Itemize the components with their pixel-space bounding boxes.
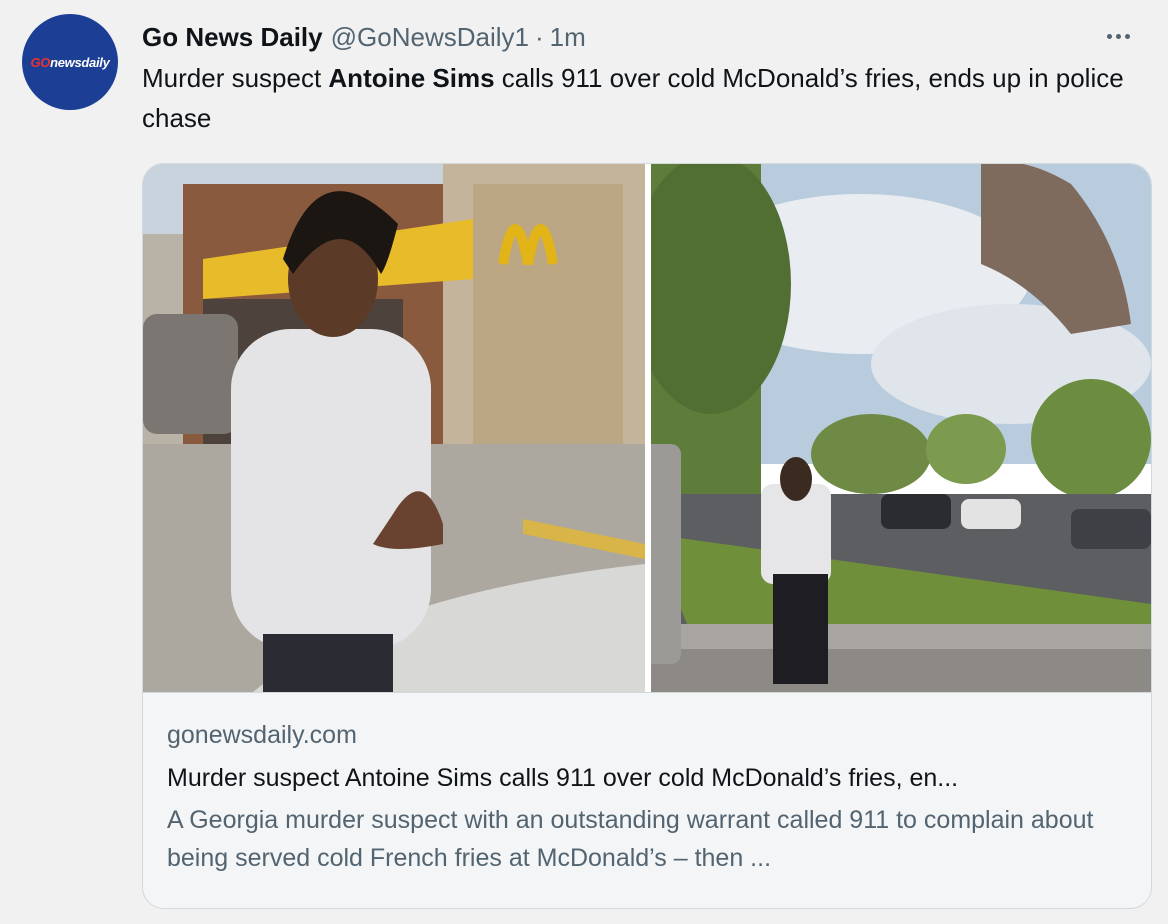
card-description: A Georgia murder suspect with an outstan… xyxy=(167,806,1094,872)
avatar[interactable]: GOnewsdaily xyxy=(22,14,118,110)
card-meta[interactable]: gonewsdaily.com Murder suspect Antoine S… xyxy=(143,692,1151,908)
separator-dot: · xyxy=(534,21,544,52)
card-media[interactable] xyxy=(143,164,1151,692)
author-name[interactable]: Go News Daily xyxy=(142,22,323,53)
gonewsdaily-logo: GOnewsdaily xyxy=(30,54,110,70)
card-title: Murder suspect Antoine Sims calls 911 ov… xyxy=(167,764,959,792)
suspect-photo xyxy=(143,164,645,692)
link-card[interactable]: gonewsdaily.com Murder suspect Antoine S… xyxy=(142,163,1152,909)
tweet-timestamp[interactable]: 1m xyxy=(550,22,586,53)
chase-photo xyxy=(651,164,1151,692)
card-image-left[interactable] xyxy=(143,164,645,692)
author-handle[interactable]: @GoNewsDaily1 xyxy=(331,22,529,53)
tweet-header: Go News Daily @GoNewsDaily1 · 1m xyxy=(142,20,1142,54)
card-domain: gonewsdaily.com xyxy=(167,721,357,749)
tweet-text: Murder suspect Antoine Sims calls 911 ov… xyxy=(142,63,1124,133)
tweet[interactable]: GOnewsdaily Go News Daily @GoNewsDaily1 … xyxy=(0,0,1168,924)
more-horizontal-icon[interactable] xyxy=(1102,20,1134,52)
suspect-name: Antoine Sims xyxy=(328,63,495,93)
card-image-right[interactable] xyxy=(651,164,1151,692)
